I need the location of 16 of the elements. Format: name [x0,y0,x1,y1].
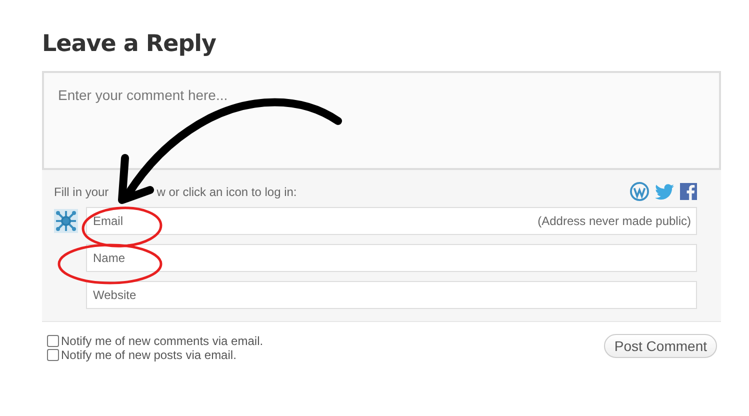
checkbox[interactable] [47,335,59,347]
wordpress-icon[interactable] [630,182,649,201]
login-instruction: Fill in your [54,184,109,198]
twitter-icon[interactable] [655,184,674,200]
checkbox[interactable] [47,349,59,361]
text-field[interactable]: Website [86,281,697,309]
text-field[interactable]: Name [86,244,697,272]
comment-field[interactable]: Enter your comment here... [42,71,721,170]
field-hint: (Address never made public) [538,214,691,228]
checkbox-label: Notify me of new comments via email. [61,334,264,348]
checkbox-label: Notify me of new posts via email. [61,348,236,362]
login-instruction: w or click an icon to log in: [156,184,297,198]
section-heading: Leave a Reply [42,30,216,59]
facebook-icon[interactable] [680,183,697,200]
avatar-pattern-icon [54,209,78,233]
post-comment-button[interactable]: Post Comment [604,334,717,358]
